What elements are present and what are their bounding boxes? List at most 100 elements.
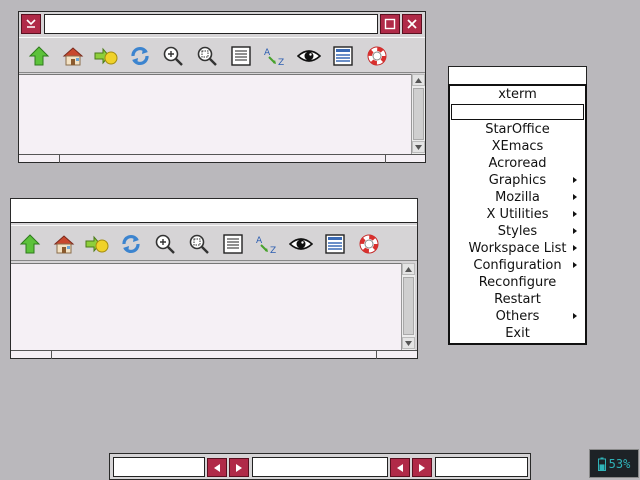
menu-item-acroread[interactable]: Acroread [450, 155, 585, 172]
menu-item-graphics[interactable]: Graphics [450, 172, 585, 189]
zoom-in-button[interactable] [160, 44, 186, 68]
scroll-down-button[interactable] [402, 337, 415, 349]
sort-button[interactable]: AZ [262, 44, 288, 68]
zoom-in-button[interactable] [152, 232, 178, 256]
battery-icon [597, 457, 606, 471]
reload-icon [131, 47, 149, 65]
menu-item-label: Acroread [488, 156, 547, 171]
document-list-icon [223, 234, 243, 254]
menu-item-others[interactable]: Others [450, 308, 585, 325]
toolbar: AZ [19, 37, 425, 73]
zoom-fit-icon [189, 234, 209, 254]
menu-item-x-utilities[interactable]: X Utilities [450, 206, 585, 223]
file-view-area[interactable] [19, 74, 411, 154]
arrow-left-icon [214, 463, 220, 472]
menu-item-configuration[interactable]: Configuration [450, 257, 585, 274]
menu-item-label: X Utilities [486, 207, 549, 222]
scrollbar-thumb[interactable] [403, 277, 414, 335]
arrow-up-icon [405, 266, 412, 272]
detail-list-icon [333, 46, 353, 66]
view-button[interactable] [296, 44, 322, 68]
menu-item-label: Configuration [473, 258, 562, 273]
file-manager-window-2: AZ [10, 198, 418, 359]
status-divider [385, 155, 386, 163]
go-button[interactable] [93, 44, 119, 68]
help-button[interactable] [364, 44, 390, 68]
menu-item-exit[interactable]: Exit [450, 325, 585, 342]
help-lifebuoy-icon [367, 46, 387, 66]
sort-button[interactable]: AZ [254, 232, 280, 256]
root-menu: xterm StarOffice XEmacs Acroread Graphic… [448, 66, 587, 345]
svg-text:A: A [264, 48, 271, 58]
menu-item-xemacs[interactable]: XEmacs [450, 138, 585, 155]
prev-workspace-button[interactable] [207, 458, 227, 477]
menu-item-styles[interactable]: Styles [450, 223, 585, 240]
scrollbar-thumb[interactable] [413, 88, 424, 140]
up-button[interactable] [17, 232, 43, 256]
scroll-up-button[interactable] [402, 263, 415, 275]
menu-item-label: Restart [494, 292, 541, 307]
menu-item-workspace-list[interactable]: Workspace List [450, 240, 585, 257]
go-icon [94, 47, 118, 65]
go-button[interactable] [84, 232, 110, 256]
status-divider [376, 351, 377, 359]
taskbar [109, 453, 531, 480]
sort-az-icon: AZ [264, 48, 284, 67]
zoom-in-icon [155, 234, 175, 254]
svg-text:Z: Z [270, 246, 276, 255]
menu-item-label: Reconfigure [478, 275, 557, 290]
zoom-fit-icon [197, 46, 217, 66]
next-workspace-button[interactable] [229, 458, 249, 477]
maximize-icon [384, 18, 396, 30]
window-menu-button[interactable] [21, 14, 41, 34]
menu-item-label: Graphics [488, 173, 547, 188]
next-window-button[interactable] [412, 458, 432, 477]
scroll-down-button[interactable] [412, 141, 425, 153]
detail-list-button[interactable] [322, 232, 348, 256]
home-button[interactable] [51, 232, 77, 256]
vertical-scrollbar[interactable] [401, 263, 415, 350]
detail-list-button[interactable] [330, 44, 356, 68]
toolbar: AZ [11, 225, 417, 261]
menu-item-staroffice[interactable]: StarOffice [450, 121, 585, 138]
menu-separator [451, 104, 584, 120]
prev-window-button[interactable] [390, 458, 410, 477]
help-button[interactable] [356, 232, 382, 256]
submenu-arrow-icon [573, 194, 577, 200]
window-titlebar[interactable] [19, 12, 425, 36]
zoom-fit-button[interactable] [194, 44, 220, 68]
scroll-up-button[interactable] [412, 74, 425, 86]
document-list-button[interactable] [228, 44, 254, 68]
menu-item-label: Exit [505, 326, 530, 341]
svg-text:Z: Z [278, 58, 284, 67]
up-arrow-icon [28, 46, 50, 66]
window-title[interactable] [11, 199, 417, 223]
close-button[interactable] [402, 14, 422, 34]
status-divider [59, 155, 60, 163]
status-bar [11, 350, 417, 359]
file-view-area[interactable] [11, 263, 401, 350]
menu-item-label: Workspace List [468, 241, 567, 256]
up-arrow-icon [19, 234, 41, 254]
home-button[interactable] [60, 44, 86, 68]
menu-item-xterm[interactable]: xterm [450, 86, 585, 103]
clock [435, 457, 528, 477]
up-button[interactable] [26, 44, 52, 68]
root-menu-title [448, 66, 587, 85]
menu-item-restart[interactable]: Restart [450, 291, 585, 308]
menu-item-reconfigure[interactable]: Reconfigure [450, 274, 585, 291]
vertical-scrollbar[interactable] [411, 74, 425, 154]
reload-button[interactable] [127, 44, 153, 68]
maximize-button[interactable] [380, 14, 400, 34]
document-list-icon [231, 46, 251, 66]
reload-button[interactable] [118, 232, 144, 256]
document-list-button[interactable] [220, 232, 246, 256]
menu-item-mozilla[interactable]: Mozilla [450, 189, 585, 206]
zoom-fit-button[interactable] [186, 232, 212, 256]
battery-level: 53% [608, 456, 631, 471]
svg-text:A: A [256, 236, 263, 246]
eye-icon [289, 238, 313, 250]
menu-item-label: StarOffice [485, 122, 550, 137]
view-button[interactable] [288, 232, 314, 256]
home-icon [62, 47, 84, 66]
